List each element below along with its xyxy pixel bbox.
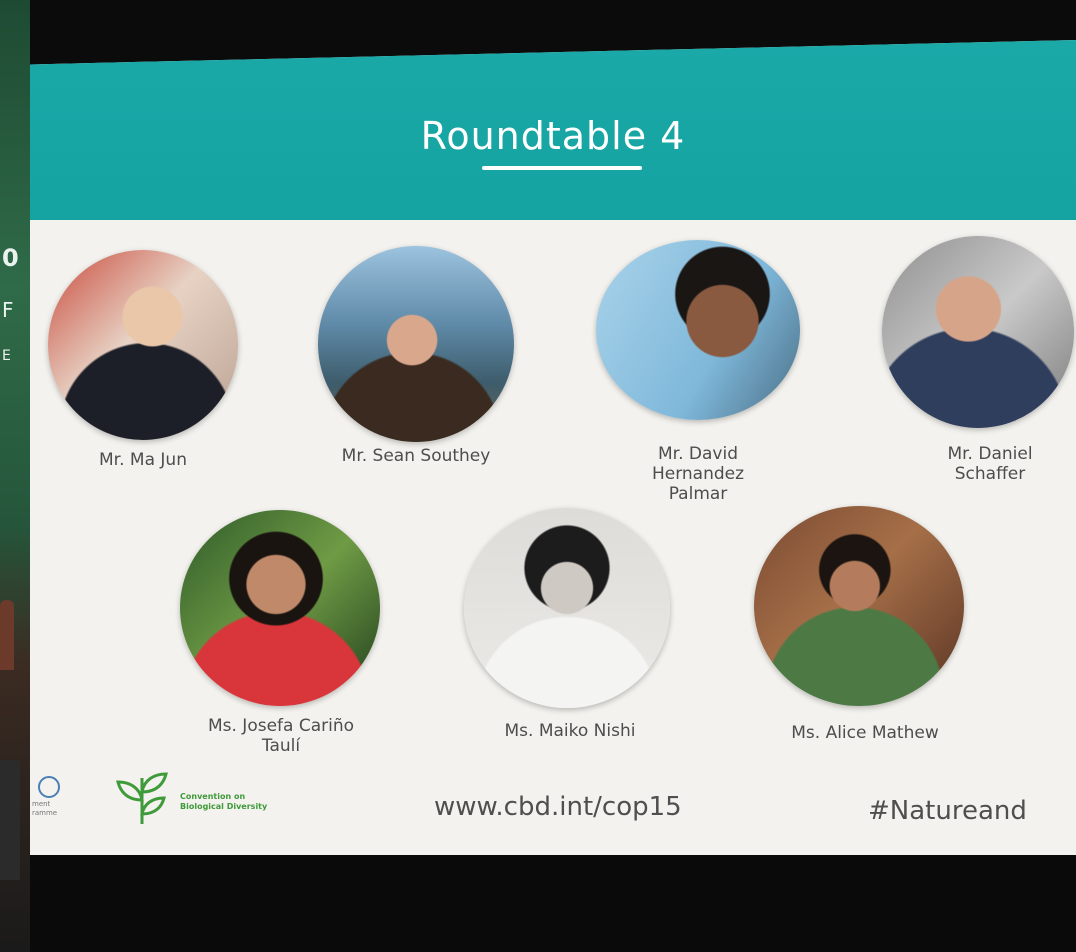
speaker-photo bbox=[48, 250, 238, 440]
audience-figure bbox=[0, 760, 20, 880]
cbd-leaf-icon bbox=[116, 772, 168, 824]
un-emblem-icon bbox=[38, 776, 60, 798]
speaker-photo bbox=[180, 510, 380, 706]
speaker-name: Ms. Maiko Nishi bbox=[504, 721, 636, 741]
title-underline bbox=[482, 166, 642, 170]
cbd-logo-text: Convention on Biological Diversity bbox=[180, 792, 268, 811]
website-url: www.cbd.int/cop15 bbox=[434, 792, 682, 822]
unep-logo-text: ment ramme bbox=[32, 800, 58, 817]
projected-slide: Roundtable 4 Mr. Ma Jun Mr. Sean Southey… bbox=[30, 40, 1076, 855]
photo-scene: 0 F E Roundtable 4 Mr. Ma Jun Mr. Sean S… bbox=[0, 0, 1076, 952]
audience-figure bbox=[0, 600, 14, 670]
wall-text-fragment: F bbox=[2, 298, 14, 322]
unep-logo: ment ramme bbox=[32, 776, 66, 824]
cbd-logo: Convention on Biological Diversity bbox=[114, 770, 294, 830]
speaker-name: Mr. Sean Southey bbox=[341, 446, 491, 466]
slide-title: Roundtable 4 bbox=[420, 114, 686, 158]
speaker-name: Ms. Alice Mathew bbox=[791, 723, 939, 743]
speaker-name: Mr. Daniel Schaffer bbox=[947, 444, 1033, 484]
wall-text-fragment: E bbox=[2, 348, 11, 364]
hashtag: #Natureand bbox=[868, 796, 1027, 826]
speaker-photo bbox=[464, 508, 670, 708]
stage-floor-shadow bbox=[30, 855, 1076, 952]
speaker-photo bbox=[596, 240, 800, 420]
wall-text-fragment: 0 bbox=[2, 244, 19, 272]
speaker-photo bbox=[754, 506, 964, 706]
stage-wall: 0 F E bbox=[0, 0, 30, 952]
speaker-name: Ms. Josefa Cariño Taulí bbox=[207, 716, 355, 756]
speaker-photo bbox=[882, 236, 1074, 428]
speaker-name: Mr. Ma Jun bbox=[99, 450, 187, 470]
speaker-name: Mr. David Hernandez Palmar bbox=[651, 444, 745, 504]
speaker-photo bbox=[318, 246, 514, 442]
